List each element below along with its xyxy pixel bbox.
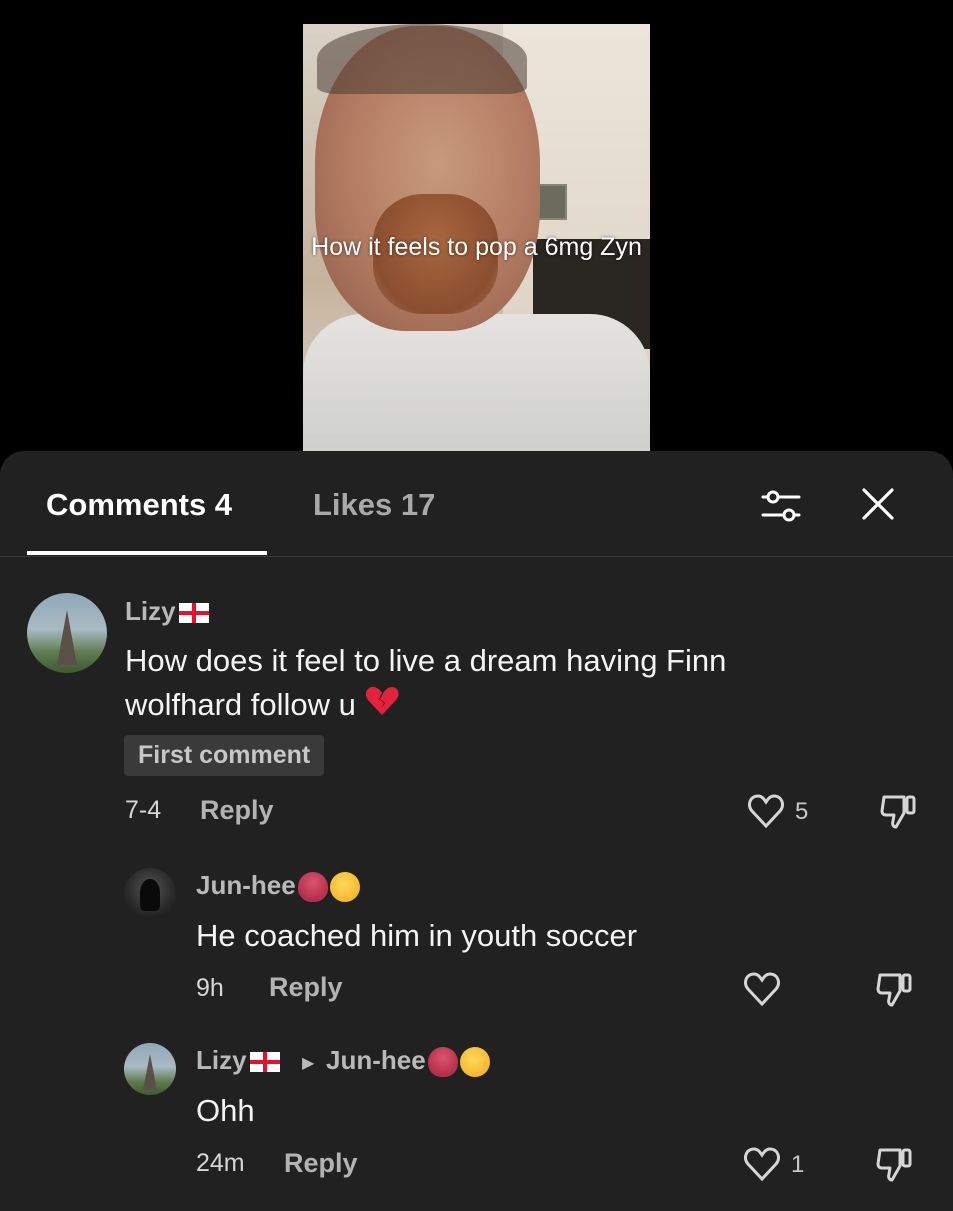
tab-bar: Comments 4 Likes 17 <box>0 451 953 557</box>
reply-arrow-icon: ▶ <box>302 1055 315 1072</box>
comment-body: Ohh <box>196 1093 255 1128</box>
reply-button[interactable]: Reply <box>269 972 343 1003</box>
reply-button[interactable]: Reply <box>284 1148 358 1179</box>
comment-username[interactable]: Jun-hee <box>196 870 360 903</box>
comment-body: He coached him in youth soccer <box>196 918 638 953</box>
sleeping-face-icon <box>329 872 360 903</box>
dislike-icon[interactable] <box>878 791 918 831</box>
reply-button[interactable]: Reply <box>200 795 274 826</box>
video-caption: How it feels to pop a 6mg Zyn <box>311 233 642 261</box>
first-comment-badge: First comment <box>124 735 325 776</box>
comments-sheet: Comments 4 Likes 17 Lizy How does it fee… <box>0 451 953 1211</box>
georgia-flag-icon <box>178 603 209 624</box>
avatar[interactable] <box>27 593 107 673</box>
close-icon[interactable] <box>858 484 898 524</box>
dislike-icon[interactable] <box>874 969 914 1009</box>
heart-outline-icon[interactable] <box>742 1144 782 1184</box>
heart-outline-icon[interactable] <box>746 791 786 831</box>
broken-heart-icon <box>365 685 399 729</box>
shirt <box>303 314 650 451</box>
comment-body: How does it feel to live a dream having … <box>125 639 845 729</box>
tongue-emoji-icon <box>297 872 328 903</box>
sliders-icon[interactable] <box>759 484 803 528</box>
like-count: 5 <box>795 798 809 825</box>
video-preview[interactable]: How it feels to pop a 6mg Zyn <box>303 24 650 451</box>
heart-outline-icon[interactable] <box>742 969 782 1009</box>
reply-to-username[interactable]: Jun-hee <box>326 1045 490 1078</box>
comment-time: 7-4 <box>125 796 162 824</box>
comment-username[interactable]: Lizy <box>125 596 209 627</box>
tab-likes[interactable]: Likes 17 <box>313 487 435 523</box>
like-count: 1 <box>791 1151 805 1178</box>
dislike-icon[interactable] <box>874 1144 914 1184</box>
person-silhouette <box>139 879 161 911</box>
avatar[interactable] <box>124 868 176 920</box>
hair <box>317 24 527 94</box>
sleeping-face-icon <box>459 1047 490 1078</box>
eiffel-tower-image <box>57 610 77 665</box>
avatar[interactable] <box>124 1043 176 1095</box>
comment-time: 9h <box>196 974 224 1002</box>
georgia-flag-icon <box>249 1052 280 1073</box>
comment-time: 24m <box>196 1149 245 1177</box>
eiffel-tower-image <box>143 1053 157 1090</box>
active-tab-indicator <box>27 551 267 555</box>
tongue-emoji-icon <box>427 1047 458 1078</box>
comment-username[interactable]: Lizy <box>196 1045 280 1076</box>
tab-comments[interactable]: Comments 4 <box>46 487 232 523</box>
